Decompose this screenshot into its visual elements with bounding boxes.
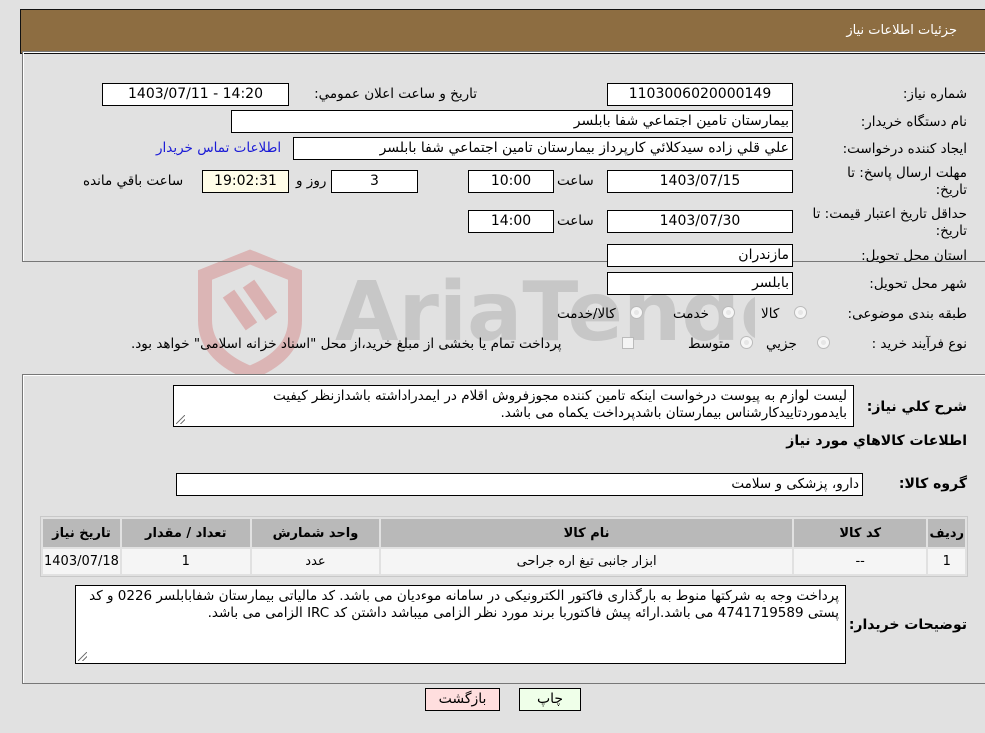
cell-quantity: 1	[121, 549, 250, 574]
category-label: طبقه بندی موضوعی:	[847, 306, 967, 322]
col-unit: واحد شمارش	[251, 519, 380, 547]
page-header: جزئيات اطلاعات نياز	[20, 9, 985, 54]
purchase-radio-medium[interactable]	[740, 336, 753, 349]
city-field: بابلسر	[607, 272, 793, 295]
description-label: شرح كلي نياز:	[866, 399, 967, 415]
time-remaining-label: ساعت باقي مانده	[83, 173, 184, 189]
days-remaining-field: 3	[331, 170, 418, 193]
cell-need-date: 1403/07/18	[43, 549, 120, 574]
table-row: 1 -- ابزار جانبی تيغ اره جراحی عدد 1 140…	[43, 549, 965, 574]
province-field: مازندران	[607, 244, 793, 267]
col-need-date: تاريخ نياز	[43, 519, 120, 547]
creator-label: ايجاد كننده درخواست:	[842, 141, 967, 157]
deadline-date-field: 1403/07/15	[607, 170, 793, 193]
buyer-notes-text: پرداخت وجه به شركتها منوط به بارگذاری فا…	[89, 588, 839, 621]
deadline-time-label: ساعت	[557, 173, 594, 189]
description-text: ليست لوازم به پيوست درخواست اينكه تامين …	[272, 388, 847, 421]
category-option-goods-service: كالا/خدمت	[557, 306, 616, 322]
buyer-org-field: بيمارستان تامين اجتماعي شفا بابلسر	[231, 110, 793, 133]
time-remaining-field: 19:02:31	[202, 170, 289, 193]
treasury-note: پرداخت تمام يا بخشی از مبلغ خريد،از محل …	[131, 336, 562, 352]
creator-field: علي قلي زاده سيدكلائي كارپرداز بيمارستان…	[293, 137, 793, 160]
category-radio-goods[interactable]	[794, 306, 807, 319]
goods-section-title: اطلاعات كالاهاي مورد نياز	[786, 433, 967, 449]
deadline-time-field: 10:00	[468, 170, 554, 193]
resize-grip-icon[interactable]	[78, 652, 87, 661]
price-validity-date-field: 1403/07/30	[607, 210, 793, 233]
category-option-goods: كالا	[761, 306, 780, 322]
treasury-checkbox[interactable]	[622, 337, 634, 349]
days-label: روز و	[296, 173, 327, 189]
need-number-field: 1103006020000149	[607, 83, 793, 106]
col-code: كد كالا	[793, 519, 927, 547]
purchase-option-minor: جزيي	[766, 336, 797, 352]
cell-code: --	[793, 549, 927, 574]
col-quantity: تعداد / مقدار	[121, 519, 250, 547]
need-number-label: شماره نياز:	[902, 86, 967, 102]
category-option-service: خدمت	[673, 306, 709, 322]
purchase-type-label: نوع فرآيند خريد :	[871, 336, 967, 352]
goods-table-header: رديف كد كالا نام كالا واحد شمارش تعداد /…	[43, 519, 965, 547]
deadline-label-text: مهلت ارسال پاسخ: تا تاريخ:	[847, 165, 967, 198]
print-button[interactable]: چاپ	[519, 688, 581, 711]
buyer-contact-link[interactable]: اطلاعات تماس خريدار	[156, 140, 281, 156]
cell-row: 1	[928, 549, 965, 574]
purchase-option-medium: متوسط	[688, 336, 731, 352]
description-textarea[interactable]: ليست لوازم به پيوست درخواست اينكه تامين …	[173, 385, 854, 427]
back-button[interactable]: بازگشت	[425, 688, 500, 711]
purchase-radio-minor[interactable]	[817, 336, 830, 349]
category-radio-service[interactable]	[722, 306, 735, 319]
goods-group-label: گروه كالا:	[898, 476, 967, 492]
buyer-notes-textarea[interactable]: پرداخت وجه به شركتها منوط به بارگذاری فا…	[75, 585, 846, 664]
city-label: شهر محل تحويل:	[869, 276, 967, 292]
buyer-org-label: نام دستگاه خريدار:	[860, 114, 967, 130]
price-validity-time-field: 14:00	[468, 210, 554, 233]
category-radio-goods-service[interactable]	[630, 306, 643, 319]
goods-table: رديف كد كالا نام كالا واحد شمارش تعداد /…	[40, 516, 968, 577]
price-validity-label: حداقل تاريخ اعتبار قيمت: تا تاريخ:	[807, 206, 967, 240]
announce-label: تاريخ و ساعت اعلان عمومي:	[314, 86, 477, 102]
cell-unit: عدد	[251, 549, 380, 574]
buyer-notes-label: توضيحات خريدار:	[848, 617, 967, 633]
deadline-label: مهلت ارسال پاسخ: تا تاريخ:	[817, 165, 967, 199]
price-validity-time-label: ساعت	[557, 213, 594, 229]
price-validity-label-text: حداقل تاريخ اعتبار قيمت: تا تاريخ:	[812, 206, 967, 239]
goods-group-field: دارو، پزشكی و سلامت	[176, 473, 863, 496]
province-label: استان محل تحويل:	[861, 248, 967, 264]
announce-field: 1403/07/11 - 14:20	[102, 83, 289, 106]
col-name: نام كالا	[381, 519, 792, 547]
col-row: رديف	[928, 519, 965, 547]
cell-name: ابزار جانبی تيغ اره جراحی	[381, 549, 792, 574]
page-title: جزئيات اطلاعات نياز	[846, 23, 957, 38]
resize-grip-icon[interactable]	[176, 415, 185, 424]
